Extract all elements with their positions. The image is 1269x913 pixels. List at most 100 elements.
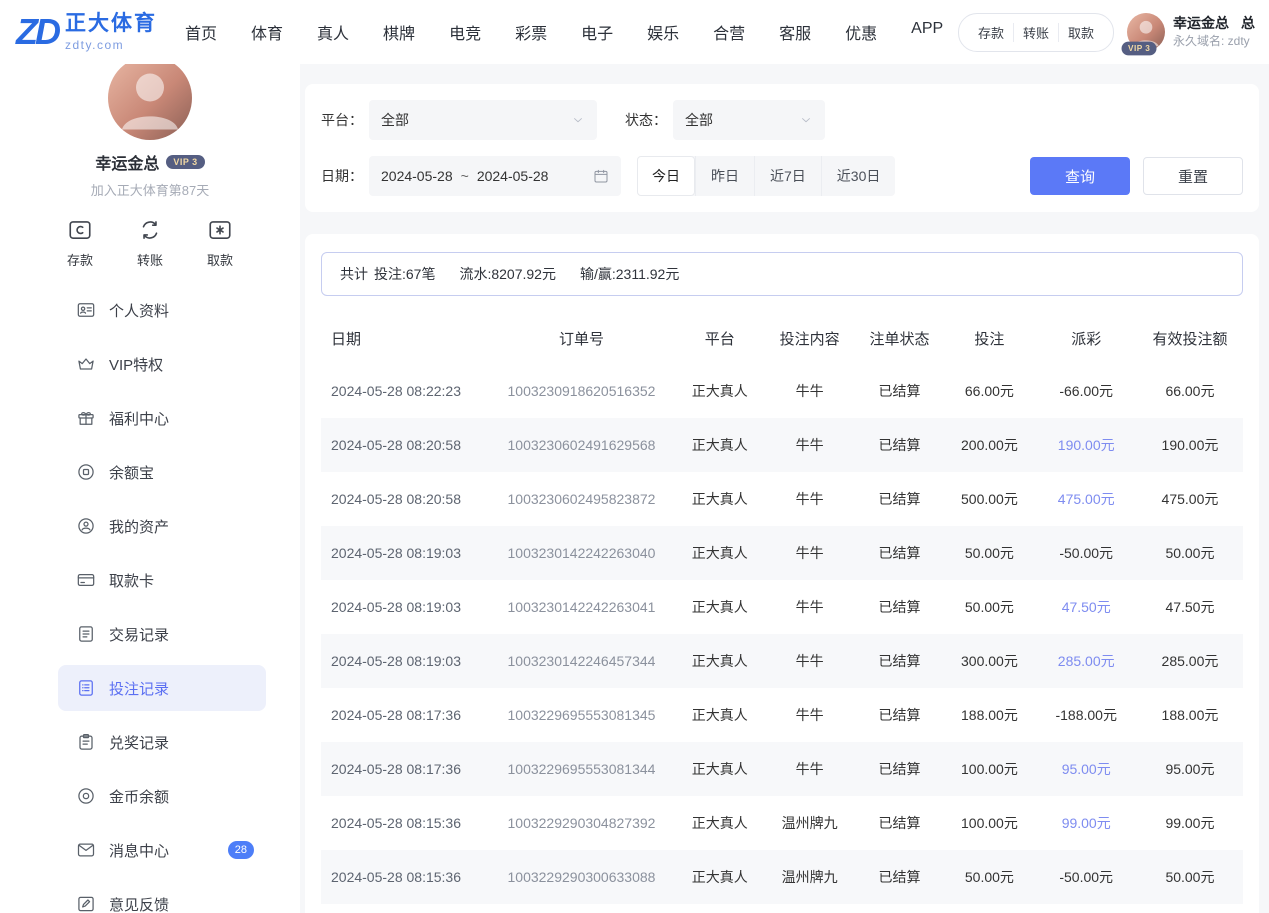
sidebar-item[interactable]: 我的资产	[58, 503, 266, 549]
cell-platform: 正大真人	[676, 472, 764, 526]
cell-status: 已结算	[856, 688, 944, 742]
wallet-action[interactable]: 转账	[1013, 23, 1058, 42]
range-segment[interactable]: 昨日	[695, 156, 754, 196]
sidebar-item[interactable]: 消息中心28	[58, 827, 266, 873]
cell-payout: 285.00元	[1036, 634, 1137, 688]
query-button[interactable]: 查询	[1030, 157, 1130, 195]
nav-item[interactable]: APP	[911, 20, 943, 44]
column-header: 日期	[321, 312, 487, 364]
cell-payout: -50.00元	[1036, 850, 1137, 904]
top-header: ZD 正大体育 zdty.com 首页 体育 真人 棋牌 电竞 彩票 电子 娱乐 合营 客服 优惠 A…	[0, 0, 1269, 64]
nav-item[interactable]: 真人	[317, 20, 349, 44]
sidebar-item[interactable]: 金币余额	[58, 773, 266, 819]
filter-panel: 平台： 全部 状态： 全部 日期： 2024-05-28 ~ 2024-05-2…	[305, 84, 1259, 212]
cell-platform: 正大真人	[676, 364, 764, 418]
nav-item[interactable]: 电竞	[449, 20, 481, 44]
profile-name: 幸运金总	[95, 150, 159, 174]
cell-date: 2024-05-28 08:17:36	[321, 688, 487, 742]
header-right: 存款转账取款 VIP 3 幸运金总 总 永久域名: zdty	[958, 13, 1255, 52]
table-row: 2024-05-28 08:20:581003230602495823872正大…	[321, 472, 1243, 526]
cell-bet-content: 牛牛	[764, 742, 856, 796]
join-days-text: 加入正大体育第87天	[0, 180, 300, 199]
nav-item[interactable]: 电子	[581, 20, 613, 44]
range-segment[interactable]: 近30日	[821, 156, 896, 196]
column-header: 投注内容	[764, 312, 856, 364]
sidebar-item-label: 余额宝	[109, 462, 154, 483]
quick-action-label: 存款	[67, 250, 93, 269]
main-content: 平台： 全部 状态： 全部 日期： 2024-05-28 ~ 2024-05-2…	[300, 64, 1269, 913]
cell-bet-amount: 50.00元	[943, 850, 1035, 904]
nav-item[interactable]: 客服	[779, 20, 811, 44]
range-segment[interactable]: 今日	[637, 156, 695, 196]
cell-bet-content: 温州牌九	[764, 850, 856, 904]
range-segment[interactable]: 近7日	[754, 156, 821, 196]
date-to: 2024-05-28	[477, 168, 549, 184]
date-from: 2024-05-28	[381, 168, 453, 184]
table-row: 2024-05-28 08:17:361003229695553081344正大…	[321, 742, 1243, 796]
sidebar-item[interactable]: 投注记录	[58, 665, 266, 711]
column-header: 注单状态	[856, 312, 944, 364]
calendar-icon	[593, 168, 609, 184]
cell-bet-content: 牛牛	[764, 580, 856, 634]
nav-item[interactable]: 优惠	[845, 20, 877, 44]
sidebar-item[interactable]: 取款卡	[58, 557, 266, 603]
summary-item: 流水:8207.92元	[459, 266, 556, 282]
cell-status: 已结算	[856, 418, 944, 472]
quick-action-label: 取款	[207, 250, 233, 269]
cell-platform: 正大真人	[676, 850, 764, 904]
quick-action[interactable]: 转账	[137, 217, 163, 269]
user-chip[interactable]: VIP 3 幸运金总 总 永久域名: zdty	[1127, 13, 1255, 51]
withdraw-icon	[207, 217, 233, 243]
summary-item: 输/赢:2311.92元	[580, 266, 679, 282]
cell-bet-amount: 100.00元	[943, 742, 1035, 796]
wallet-action[interactable]: 取款	[1058, 23, 1103, 42]
sidebar-item[interactable]: 福利中心	[58, 395, 266, 441]
sidebar-item-label: 兑奖记录	[109, 732, 169, 753]
sidebar-item[interactable]: VIP特权	[58, 341, 266, 387]
logo-mark: ZD	[16, 14, 58, 50]
wallet-action[interactable]: 存款	[969, 23, 1013, 42]
cell-status: 已结算	[856, 526, 944, 580]
cell-bet-content: 牛牛	[764, 418, 856, 472]
nav-item[interactable]: 合营	[713, 20, 745, 44]
sidebar-item[interactable]: 余额宝	[58, 449, 266, 495]
nav-item[interactable]: 棋牌	[383, 20, 415, 44]
message-icon	[76, 840, 96, 860]
cell-date: 2024-05-28 08:15:36	[321, 796, 487, 850]
user-meta: 幸运金总 总 永久域名: zdty	[1173, 13, 1255, 51]
sidebar-item-label: 福利中心	[109, 408, 169, 429]
nav-item[interactable]: 首页	[185, 20, 217, 44]
cell-platform: 正大真人	[676, 742, 764, 796]
cell-valid-amount: 50.00元	[1137, 850, 1243, 904]
reset-button[interactable]: 重置	[1143, 157, 1243, 195]
sidebar-item[interactable]: 个人资料	[58, 287, 266, 333]
sidebar-item[interactable]: 兑奖记录	[58, 719, 266, 765]
sidebar-item-label: 意见反馈	[109, 894, 169, 913]
quick-action[interactable]: 取款	[207, 217, 233, 269]
cell-order-number: 1003230918620516352	[487, 364, 676, 418]
status-select[interactable]: 全部	[673, 100, 825, 140]
cell-valid-amount: 99.00元	[1137, 796, 1243, 850]
cell-valid-amount: 95.00元	[1137, 742, 1243, 796]
sidebar-item-label: 消息中心	[109, 840, 169, 861]
platform-select[interactable]: 全部	[369, 100, 597, 140]
quick-action[interactable]: 存款	[67, 217, 93, 269]
platform-select-value: 全部	[381, 110, 409, 130]
sidebar-item[interactable]: 交易记录	[58, 611, 266, 657]
cell-order-number: 1003229695553081345	[487, 688, 676, 742]
status-label: 状态：	[625, 110, 667, 130]
date-range-input[interactable]: 2024-05-28 ~ 2024-05-28	[369, 156, 621, 196]
nav-item[interactable]: 娱乐	[647, 20, 679, 44]
nav-item[interactable]: 彩票	[515, 20, 547, 44]
brand-logo[interactable]: ZD 正大体育 zdty.com	[16, 12, 157, 51]
cell-valid-amount: 66.00元	[1137, 364, 1243, 418]
coin-icon	[76, 786, 96, 806]
sidebar-item[interactable]: 意见反馈	[58, 881, 266, 913]
cell-platform: 正大真人	[676, 688, 764, 742]
main-nav: 首页 体育 真人 棋牌 电竞 彩票 电子 娱乐 合营 客服 优惠 APP	[185, 20, 943, 44]
vip-badge: VIP 3	[166, 155, 204, 170]
sidebar: 幸运金总 VIP 3 加入正大体育第87天 存款 转账取款 个人资料 VIP特权福利…	[0, 64, 300, 913]
cell-order-number: 1003230142242263040	[487, 526, 676, 580]
cell-date: 2024-05-28 08:17:36	[321, 742, 487, 796]
nav-item[interactable]: 体育	[251, 20, 283, 44]
